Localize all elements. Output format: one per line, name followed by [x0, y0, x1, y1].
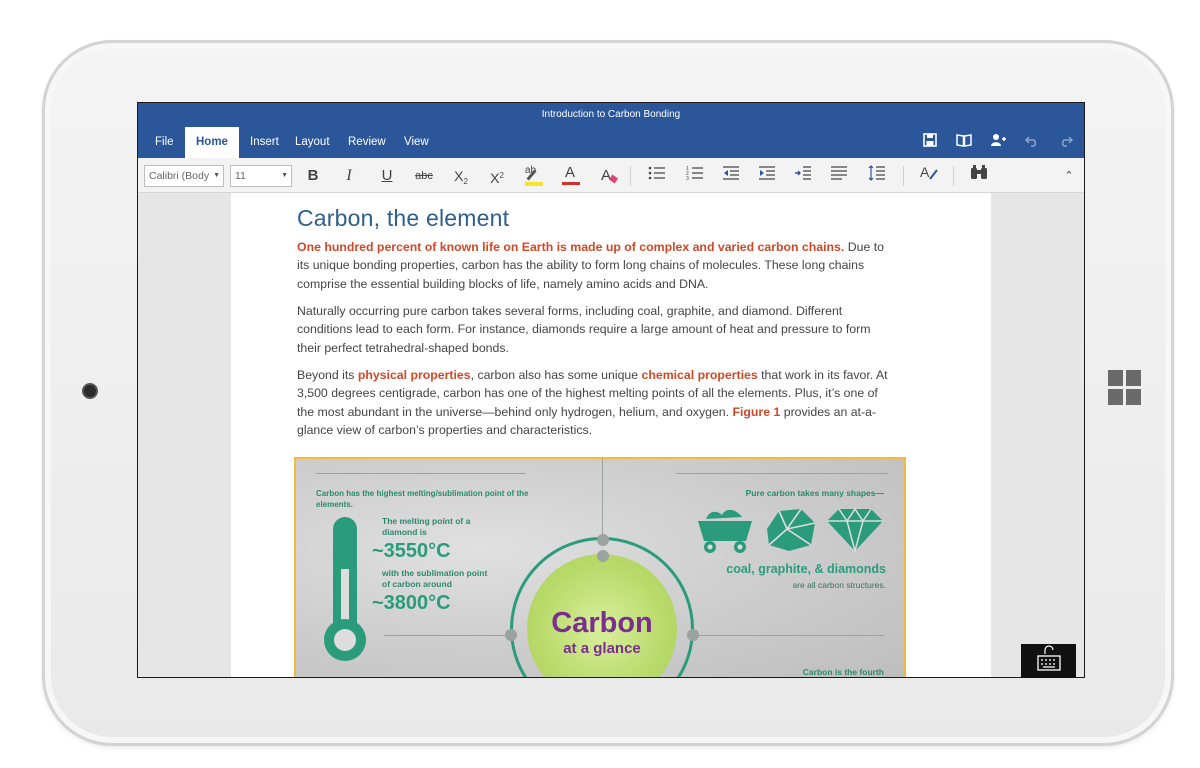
- numbering-icon[interactable]: 123: [683, 164, 707, 188]
- subscript-small-label: 2: [463, 177, 468, 186]
- document-page[interactable]: Carbon, the element One hundred percent …: [231, 193, 991, 677]
- undo-icon[interactable]: [1022, 133, 1042, 153]
- graphite-icon: [761, 507, 819, 553]
- collapse-ribbon-icon[interactable]: ⌃: [1057, 164, 1081, 188]
- figure-divider: [384, 635, 509, 636]
- clear-formatting-button[interactable]: A: [597, 164, 621, 188]
- paragraph-text: , carbon also has some unique: [470, 368, 642, 382]
- sublimation-value: ~3800°C: [372, 592, 451, 614]
- decrease-indent-icon[interactable]: [719, 164, 743, 188]
- font-size-value: 11: [235, 170, 246, 182]
- carbon-title: Carbon: [551, 607, 653, 639]
- carbon-forms-subtext: are all carbon structures.: [792, 580, 886, 590]
- highlight-button[interactable]: ab: [522, 164, 546, 188]
- save-icon[interactable]: [920, 133, 940, 153]
- subscript-button[interactable]: X2: [449, 164, 473, 188]
- highlight-color-bar: [525, 182, 543, 186]
- ribbon-separator: [953, 166, 954, 186]
- figure-divider: [692, 635, 884, 636]
- diamond-melting-label: The melting point of a diamond is: [382, 516, 471, 537]
- carbon-subtitle: at a glance: [563, 640, 641, 657]
- strikethrough-button[interactable]: abc: [411, 164, 437, 188]
- tab-insert[interactable]: Insert: [239, 127, 290, 158]
- ribbon-tabs: File Home Insert Layout Review View: [138, 127, 1084, 158]
- font-name-value: Calibri (Body: [149, 170, 210, 182]
- paragraph-text: Beyond its: [297, 368, 358, 382]
- align-text-icon[interactable]: [827, 164, 851, 188]
- connector-dot: [505, 629, 517, 641]
- figure-divider: [316, 473, 526, 474]
- paragraph-1: One hundred percent of known life on Ear…: [297, 238, 897, 293]
- font-color-bar: [562, 182, 580, 185]
- fourth-element-caption: Carbon is the fourth: [802, 667, 884, 677]
- find-binoculars-icon[interactable]: [967, 164, 991, 188]
- superscript-button[interactable]: X2: [485, 164, 509, 188]
- keyboard-icon: [1037, 645, 1061, 671]
- app-screen: Introduction to Carbon Bonding File Home…: [137, 102, 1085, 678]
- melting-caption: Carbon has the highest melting/sublimati…: [316, 489, 529, 509]
- chevron-down-icon: ▼: [281, 172, 288, 179]
- connector-dot: [597, 550, 609, 562]
- figure-divider: [676, 473, 888, 474]
- tab-file[interactable]: File: [144, 127, 185, 158]
- italic-button[interactable]: I: [337, 164, 361, 188]
- share-icon[interactable]: [988, 133, 1008, 153]
- physical-properties-link: physical properties: [357, 368, 471, 382]
- font-color-button[interactable]: A: [559, 164, 583, 188]
- font-name-combo[interactable]: Calibri (Body ▼: [144, 165, 224, 187]
- reading-view-icon[interactable]: [954, 133, 974, 153]
- coal-cart-icon: [696, 507, 754, 555]
- increase-indent-icon[interactable]: [755, 164, 779, 188]
- camera-icon: [82, 383, 98, 399]
- sublimation-label: with the sublimation point of carbon aro…: [382, 568, 488, 589]
- document-heading: Carbon, the element: [297, 205, 510, 231]
- chemical-properties-link: chemical properties: [641, 368, 758, 382]
- ribbon-separator: [903, 166, 904, 186]
- shapes-caption: Pure carbon takes many shapes—: [745, 488, 884, 498]
- paragraph-3: Beyond its physical properties, carbon a…: [297, 366, 897, 439]
- connector-line: [602, 459, 603, 536]
- carbon-forms-text: coal, graphite, & diamonds: [726, 562, 886, 576]
- line-spacing-icon[interactable]: [865, 164, 889, 188]
- svg-text:3: 3: [686, 176, 689, 181]
- redo-icon[interactable]: [1056, 133, 1076, 153]
- home-ribbon: Calibri (Body ▼ 11 ▼ B I U abc X2 X2 ab …: [138, 158, 1084, 193]
- touch-keyboard-button[interactable]: [1021, 644, 1076, 678]
- bullets-icon[interactable]: [645, 164, 669, 188]
- paragraph-2: Naturally occurring pure carbon takes se…: [297, 304, 871, 355]
- tab-home[interactable]: Home: [185, 127, 239, 158]
- superscript-small-label: 2: [499, 171, 504, 180]
- svg-text:A: A: [920, 164, 930, 180]
- styles-icon[interactable]: A: [917, 164, 941, 188]
- diamond-icon: [823, 507, 887, 554]
- tab-layout[interactable]: Layout: [284, 127, 341, 158]
- clear-format-label: A: [601, 167, 612, 184]
- ribbon-separator: [630, 166, 631, 186]
- font-size-combo[interactable]: 11 ▼: [230, 165, 292, 187]
- ltr-text-icon[interactable]: [791, 164, 815, 188]
- carbon-infographic[interactable]: Carbon has the highest melting/sublimati…: [294, 457, 906, 677]
- tab-view[interactable]: View: [393, 127, 440, 158]
- figure-reference: Figure 1: [732, 404, 781, 419]
- window-title: Introduction to Carbon Bonding: [138, 103, 1084, 127]
- underline-button[interactable]: U: [375, 164, 399, 188]
- highlighted-sentence: One hundred percent of known life on Ear…: [297, 240, 845, 254]
- chevron-down-icon: ▼: [213, 172, 220, 179]
- tab-review[interactable]: Review: [337, 127, 397, 158]
- diamond-melting-value: ~3550°C: [372, 540, 451, 562]
- thermometer-icon: [324, 517, 368, 667]
- connector-dot: [597, 534, 609, 546]
- windows-button-icon[interactable]: [1108, 370, 1142, 406]
- connector-dot: [687, 629, 699, 641]
- bold-button[interactable]: B: [301, 164, 325, 188]
